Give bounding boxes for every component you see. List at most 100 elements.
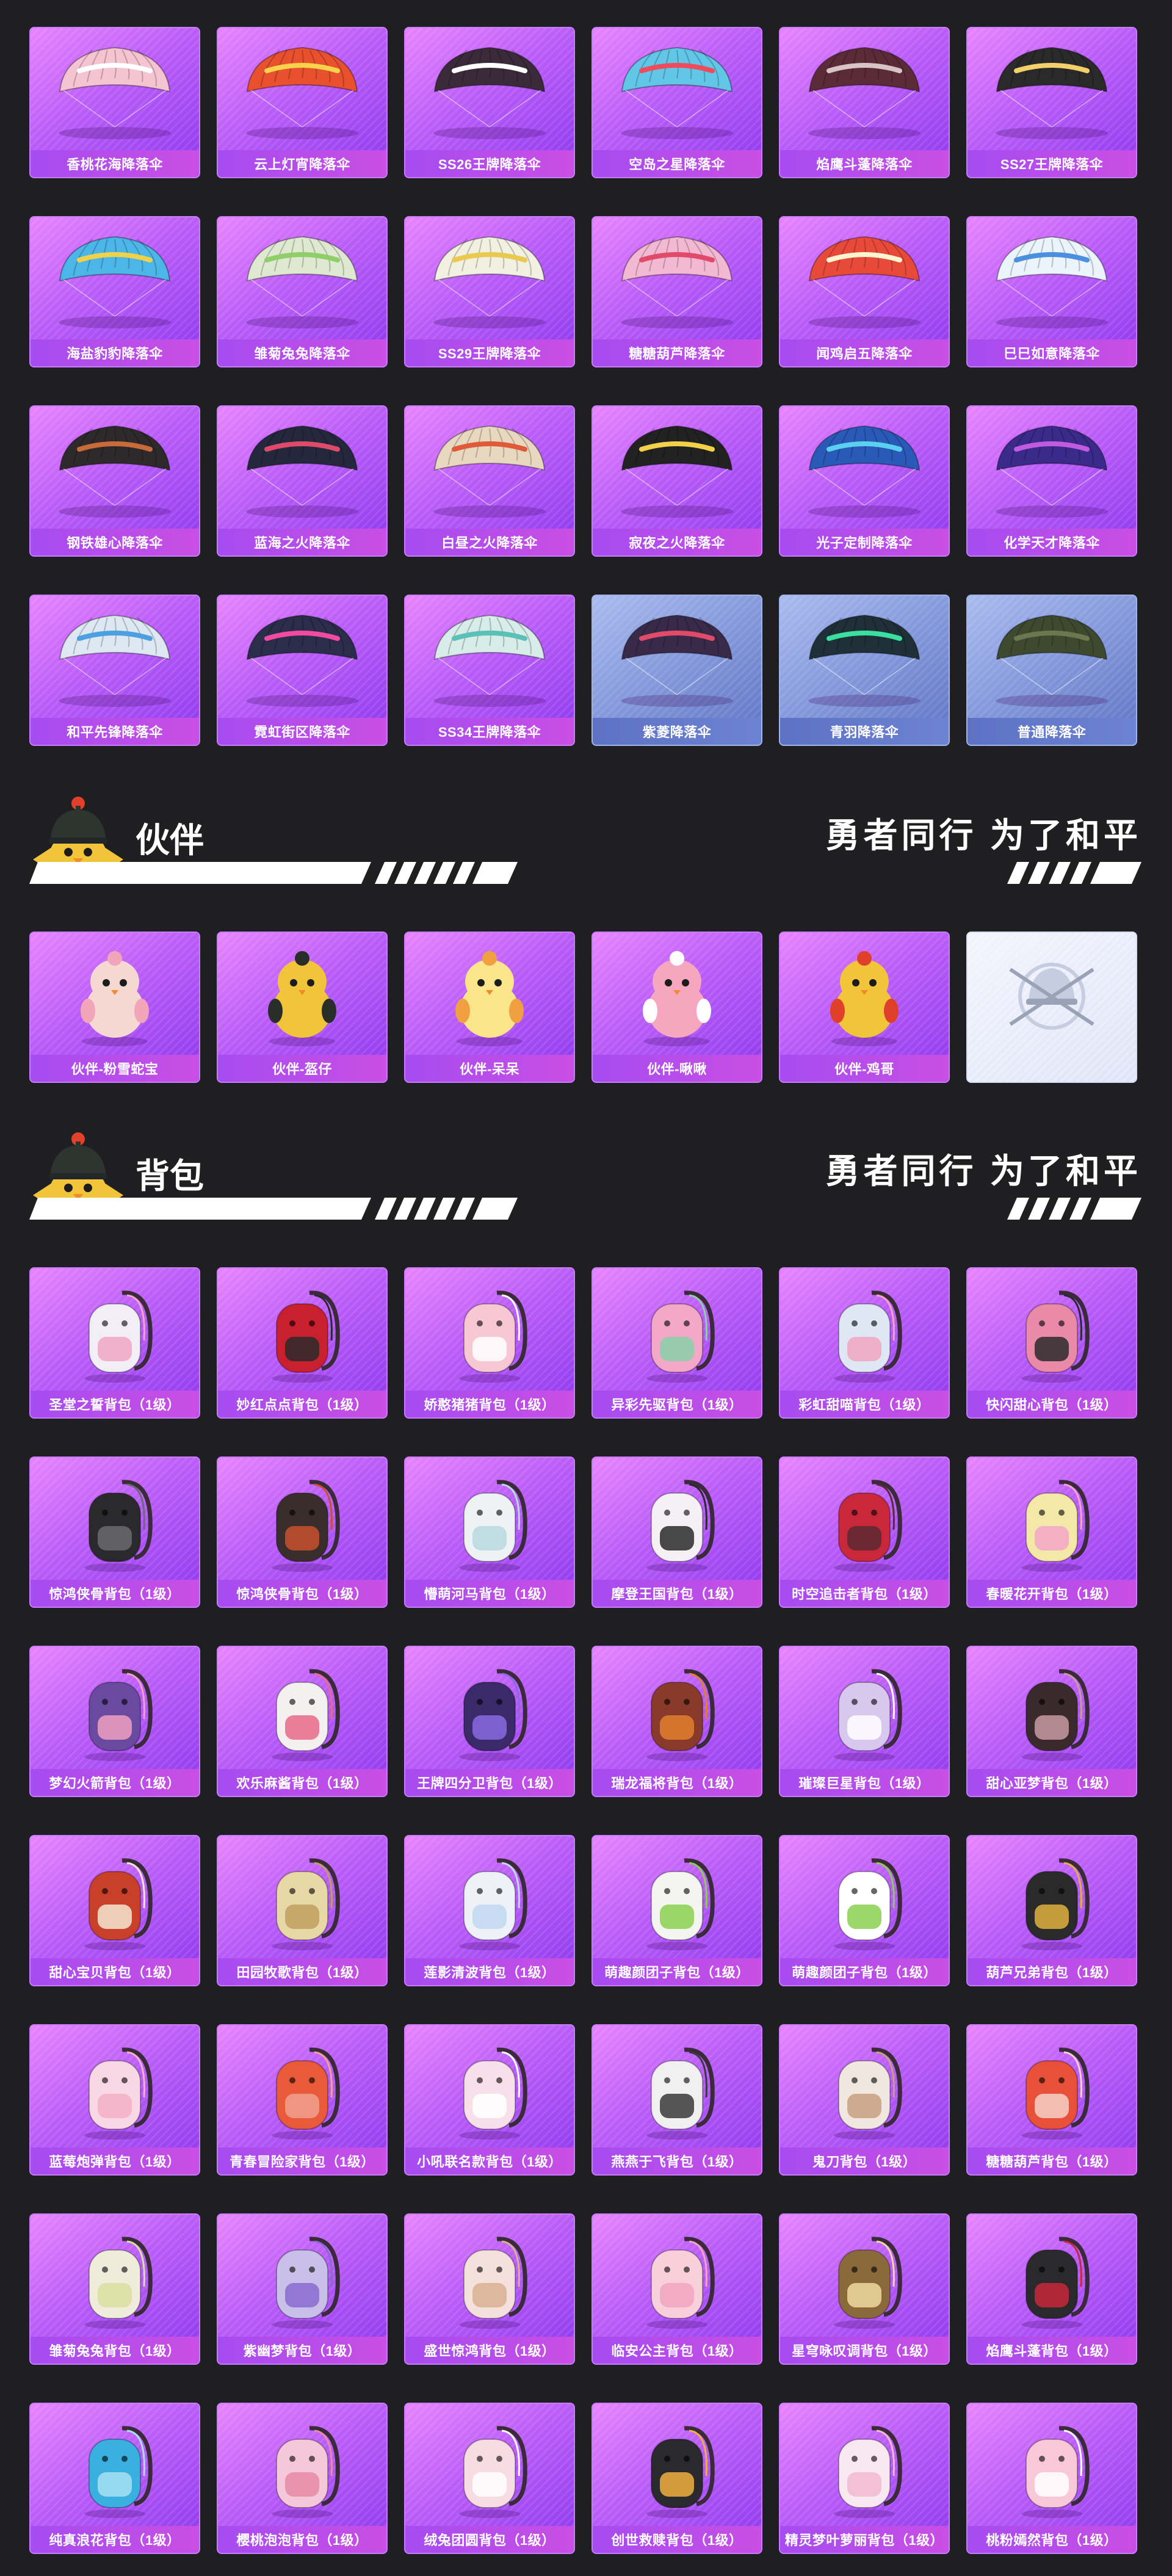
- backpack-card[interactable]: 妙红点点背包（1级）: [217, 1267, 388, 1419]
- backpack-card[interactable]: 雏菊兔兔背包（1级）: [29, 2213, 200, 2365]
- parachute-card[interactable]: 霓虹街区降落伞: [217, 595, 388, 746]
- backpack-card[interactable]: 时空追击者背包（1级）: [779, 1456, 950, 1608]
- parachute-icon: [621, 425, 733, 518]
- companion-figure-icon: [455, 951, 524, 1046]
- backpack-icon: [646, 2237, 715, 2329]
- parachute-name-label: 光子定制降落伞: [780, 529, 949, 555]
- backpack-card[interactable]: 紫幽梦背包（1级）: [217, 2213, 388, 2365]
- backpack-card[interactable]: 春暖花开背包（1级）: [966, 1456, 1137, 1608]
- backpack-card[interactable]: 萌趣颜团子背包（1级）: [779, 1835, 950, 1986]
- backpack-icon: [272, 1669, 340, 1761]
- backpack-card[interactable]: 精灵梦叶萝丽背包（1级）: [779, 2403, 950, 2554]
- parachute-card[interactable]: 空岛之星降落伞: [591, 27, 762, 178]
- parachute-icon: [808, 614, 921, 707]
- backpack-icon: [272, 2426, 340, 2518]
- backpack-card[interactable]: 摩登王国背包（1级）: [591, 1456, 762, 1608]
- parachute-card[interactable]: SS27王牌降落伞: [966, 27, 1137, 178]
- backpack-card[interactable]: 青春冒险家背包（1级）: [217, 2024, 388, 2176]
- backpack-grid: 圣堂之誓背包（1级） 妙红点点背包（1级） 娇憨猪猪背包（1级） 异彩先驱背包（1级）…: [29, 1267, 1137, 2554]
- backpack-card[interactable]: 鬼刀背包（1级）: [779, 2024, 950, 2176]
- backpack-card[interactable]: 懵萌河马背包（1级）: [404, 1456, 575, 1608]
- backpack-card[interactable]: 葫芦兄弟背包（1级）: [966, 1835, 1137, 1986]
- parachute-card[interactable]: 海盐豹豹降落伞: [29, 216, 200, 367]
- backpack-card[interactable]: 萌趣颜团子背包（1级）: [591, 1835, 762, 1986]
- backpack-icon: [1021, 1858, 1090, 1950]
- backpack-card[interactable]: 瑞龙福将背包（1级）: [591, 1646, 762, 1797]
- parachute-name-label: 和平先锋降落伞: [31, 718, 199, 745]
- backpack-section-header: 背包 勇者同行 为了和平: [0, 1123, 1172, 1221]
- backpack-name-label: 懵萌河马背包（1级）: [405, 1580, 574, 1607]
- companion-card[interactable]: 伙伴-盔仔: [217, 932, 388, 1083]
- backpack-card[interactable]: 小吼联名款背包（1级）: [404, 2024, 575, 2176]
- backpack-icon: [272, 2237, 340, 2329]
- backpack-card[interactable]: 异彩先驱背包（1级）: [591, 1267, 762, 1419]
- backpack-card[interactable]: 糖糖葫芦背包（1级）: [966, 2024, 1137, 2176]
- backpack-card[interactable]: 蓝莓炮弹背包（1级）: [29, 2024, 200, 2176]
- backpack-card[interactable]: 莲影清波背包（1级）: [404, 1835, 575, 1986]
- parachute-card[interactable]: 巳巳如意降落伞: [966, 216, 1137, 367]
- parachute-card[interactable]: 焰鹰斗蓬降落伞: [779, 27, 950, 178]
- backpack-card[interactable]: 创世救赎背包（1级）: [591, 2403, 762, 2554]
- backpack-card[interactable]: 欢乐麻酱背包（1级）: [217, 1646, 388, 1797]
- backpack-card[interactable]: 彩虹甜喵背包（1级）: [779, 1267, 950, 1419]
- backpack-card[interactable]: 圣堂之誓背包（1级）: [29, 1267, 200, 1419]
- parachute-icon: [808, 236, 921, 328]
- backpack-card[interactable]: 燕燕于飞背包（1级）: [591, 2024, 762, 2176]
- backpack-icon: [834, 1669, 902, 1761]
- parachute-card[interactable]: 白昼之火降落伞: [404, 405, 575, 557]
- backpack-card[interactable]: 纯真浪花背包（1级）: [29, 2403, 200, 2554]
- parachute-card[interactable]: 闻鸡启五降落伞: [779, 216, 950, 367]
- parachute-card[interactable]: 光子定制降落伞: [779, 405, 950, 557]
- backpack-card[interactable]: 绒兔团圆背包（1级）: [404, 2403, 575, 2554]
- companion-card[interactable]: 伙伴-呆呆: [404, 932, 575, 1083]
- backpack-card[interactable]: 娇憨猪猪背包（1级）: [404, 1267, 575, 1419]
- parachute-name-label: 焰鹰斗蓬降落伞: [780, 150, 949, 177]
- backpack-card[interactable]: 焰鹰斗蓬背包（1级）: [966, 2213, 1137, 2365]
- pubg-emblem-icon: [1009, 963, 1094, 1030]
- parachute-card[interactable]: SS34王牌降落伞: [404, 595, 575, 746]
- parachute-card[interactable]: 糖糖葫芦降落伞: [591, 216, 762, 367]
- backpack-card[interactable]: 惊鸿侠骨背包（1级）: [29, 1456, 200, 1608]
- backpack-card[interactable]: 王牌四分卫背包（1级）: [404, 1646, 575, 1797]
- parachute-name-label: 寂夜之火降落伞: [593, 529, 761, 555]
- companion-card[interactable]: 伙伴-啾啾: [591, 932, 762, 1083]
- parachute-icon: [433, 236, 546, 328]
- parachute-card[interactable]: 化学天才降落伞: [966, 405, 1137, 557]
- companion-card[interactable]: [966, 932, 1137, 1083]
- parachute-card[interactable]: 蓝海之火降落伞: [217, 405, 388, 557]
- backpack-card[interactable]: 桃粉嫣然背包（1级）: [966, 2403, 1137, 2554]
- backpack-card[interactable]: 田园牧歌背包（1级）: [217, 1835, 388, 1986]
- parachute-card[interactable]: 青羽降落伞: [779, 595, 950, 746]
- backpack-card[interactable]: 樱桃泡泡背包（1级）: [217, 2403, 388, 2554]
- parachute-card[interactable]: 和平先锋降落伞: [29, 595, 200, 746]
- parachute-card[interactable]: 普通降落伞: [966, 595, 1137, 746]
- backpack-card[interactable]: 盛世惊鸿背包（1级）: [404, 2213, 575, 2365]
- backpack-icon: [84, 2237, 153, 2329]
- companion-figure-icon: [268, 951, 336, 1046]
- parachute-card[interactable]: 紫菱降落伞: [591, 595, 762, 746]
- parachute-card[interactable]: 云上灯宵降落伞: [217, 27, 388, 178]
- parachute-card[interactable]: 寂夜之火降落伞: [591, 405, 762, 557]
- backpack-name-label: 盛世惊鸿背包（1级）: [405, 2337, 574, 2364]
- backpack-card[interactable]: 甜心亚梦背包（1级）: [966, 1646, 1137, 1797]
- parachute-icon: [59, 614, 171, 707]
- parachute-name-label: 白昼之火降落伞: [405, 529, 574, 555]
- parachute-card[interactable]: SS29王牌降落伞: [404, 216, 575, 367]
- companion-card[interactable]: 伙伴-粉雪蛇宝: [29, 932, 200, 1083]
- backpack-card[interactable]: 快闪甜心背包（1级）: [966, 1267, 1137, 1419]
- parachute-card[interactable]: 雏菊兔兔降落伞: [217, 216, 388, 367]
- backpack-card[interactable]: 临安公主背包（1级）: [591, 2213, 762, 2365]
- companion-figure-icon: [830, 951, 899, 1046]
- backpack-icon: [459, 2426, 527, 2518]
- backpack-card[interactable]: 星穹咏叹调背包（1级）: [779, 2213, 950, 2365]
- backpack-card[interactable]: 梦幻火箭背包（1级）: [29, 1646, 200, 1797]
- parachute-card[interactable]: SS26王牌降落伞: [404, 27, 575, 178]
- companion-card[interactable]: 伙伴-鸡哥: [779, 932, 950, 1083]
- backpack-card[interactable]: 璀璨巨星背包（1级）: [779, 1646, 950, 1797]
- backpack-card[interactable]: 惊鸿侠骨背包（1级）: [217, 1456, 388, 1608]
- parachute-icon: [996, 425, 1108, 518]
- backpack-card[interactable]: 甜心宝贝背包（1级）: [29, 1835, 200, 1986]
- parachute-card[interactable]: 钢铁雄心降落伞: [29, 405, 200, 557]
- parachute-icon: [433, 425, 546, 518]
- parachute-card[interactable]: 香桃花海降落伞: [29, 27, 200, 178]
